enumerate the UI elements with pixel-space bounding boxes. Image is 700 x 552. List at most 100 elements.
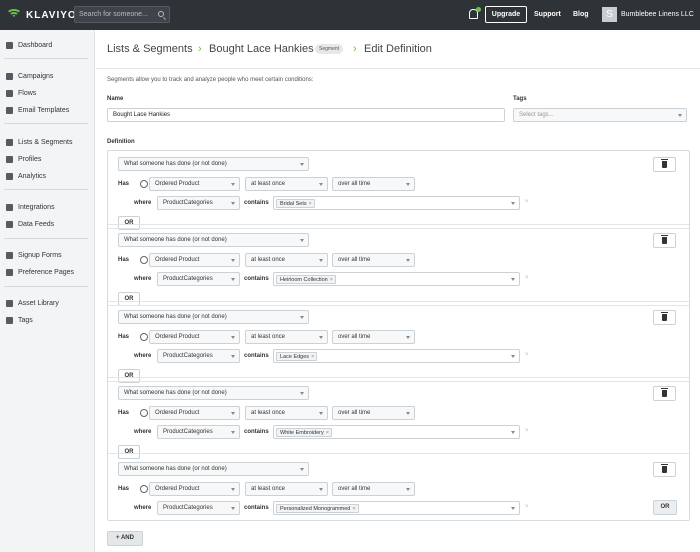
- value-tag-input[interactable]: Lace Edges ×: [273, 349, 520, 363]
- chevron-down-icon: [678, 114, 682, 117]
- avatar[interactable]: S: [602, 7, 617, 22]
- operator-label: contains: [244, 429, 269, 435]
- search-icon[interactable]: [158, 11, 164, 17]
- frequency-select[interactable]: at least once: [245, 330, 328, 344]
- name-label: Name: [107, 96, 124, 102]
- remove-row-icon[interactable]: ×: [525, 504, 529, 510]
- upgrade-button[interactable]: Upgrade: [485, 6, 527, 23]
- metric-value: Ordered Product: [155, 486, 200, 492]
- timeframe-select[interactable]: over all time: [332, 253, 415, 267]
- condition-type-select[interactable]: What someone has done (or not done): [118, 157, 309, 171]
- metric-select[interactable]: Ordered Product: [149, 406, 240, 420]
- sidebar-item-label: Dashboard: [18, 41, 53, 49]
- sidebar-item-analytics[interactable]: Analytics: [6, 171, 46, 181]
- property-select[interactable]: ProductCategories: [157, 349, 240, 363]
- breadcrumb-segment-name[interactable]: Bought Lace Hankies: [209, 43, 314, 55]
- property-value: ProductCategories: [163, 200, 213, 206]
- chevron-down-icon: [511, 355, 515, 358]
- breadcrumb-lists-segments[interactable]: Lists & Segments: [107, 43, 193, 55]
- frequency-value: at least once: [251, 486, 286, 492]
- value-tag-input[interactable]: Bridal Sets ×: [273, 196, 520, 210]
- sidebar-item-flows[interactable]: Flows: [6, 88, 36, 98]
- condition-type-select[interactable]: What someone has done (or not done): [118, 233, 309, 247]
- sidebar-item-data-feeds[interactable]: Data Feeds: [6, 219, 54, 229]
- remove-row-icon[interactable]: ×: [525, 352, 529, 358]
- where-label: where: [134, 429, 152, 435]
- remove-row-icon[interactable]: ×: [525, 275, 529, 281]
- remove-row-icon[interactable]: ×: [525, 199, 529, 205]
- property-select[interactable]: ProductCategories: [157, 272, 240, 286]
- trash-icon: [661, 312, 668, 321]
- operator-label: contains: [244, 353, 269, 359]
- sidebar: Dashboard Campaigns Flows Email Template…: [0, 30, 95, 552]
- sidebar-item-preference-pages[interactable]: Preference Pages: [6, 267, 74, 277]
- segment-badge: Segment: [315, 44, 344, 54]
- sidebar-item-email-templates[interactable]: Email Templates: [6, 105, 69, 115]
- condition-type-select[interactable]: What someone has done (or not done): [118, 462, 309, 476]
- delete-condition-button[interactable]: [653, 386, 676, 401]
- chevron-down-icon: [319, 488, 323, 491]
- condition-type-value: What someone has done (or not done): [124, 237, 227, 243]
- remove-tag-icon[interactable]: ×: [330, 277, 333, 283]
- metric-select[interactable]: Ordered Product: [149, 253, 240, 267]
- value-tag-input[interactable]: Personalized Monogrammed ×: [273, 501, 520, 515]
- add-and-button[interactable]: + AND: [107, 531, 143, 546]
- condition-type-select[interactable]: What someone has done (or not done): [118, 310, 309, 324]
- frequency-select[interactable]: at least once: [245, 253, 328, 267]
- frequency-select[interactable]: at least once: [245, 406, 328, 420]
- remove-tag-icon[interactable]: ×: [311, 354, 314, 360]
- property-select[interactable]: ProductCategories: [157, 501, 240, 515]
- tags-placeholder: Select tags...: [519, 112, 554, 118]
- chevron-down-icon: [406, 259, 410, 262]
- metric-select[interactable]: Ordered Product: [149, 177, 240, 191]
- sidebar-item-tags[interactable]: Tags: [6, 315, 33, 325]
- property-select[interactable]: ProductCategories: [157, 425, 240, 439]
- remove-tag-icon[interactable]: ×: [326, 430, 329, 436]
- metric-select[interactable]: Ordered Product: [149, 330, 240, 344]
- klaviyo-logo[interactable]: KLAVIYO: [6, 8, 77, 22]
- remove-row-icon[interactable]: ×: [525, 428, 529, 434]
- support-link[interactable]: Support: [534, 11, 561, 18]
- property-select[interactable]: ProductCategories: [157, 196, 240, 210]
- sidebar-item-lists-segments[interactable]: Lists & Segments: [6, 137, 72, 147]
- condition-type-select[interactable]: What someone has done (or not done): [118, 386, 309, 400]
- timeframe-select[interactable]: over all time: [332, 406, 415, 420]
- name-input[interactable]: Bought Lace Hankies: [107, 108, 505, 122]
- blog-link[interactable]: Blog: [573, 11, 589, 18]
- sidebar-item-profiles[interactable]: Profiles: [6, 154, 41, 164]
- value-tag-input[interactable]: White Embroidery ×: [273, 425, 520, 439]
- chevron-down-icon: [300, 468, 304, 471]
- or-button[interactable]: OR: [118, 292, 140, 306]
- timeframe-select[interactable]: over all time: [332, 330, 415, 344]
- sidebar-item-label: Asset Library: [18, 299, 59, 307]
- frequency-select[interactable]: at least once: [245, 482, 328, 496]
- metric-select[interactable]: Ordered Product: [149, 482, 240, 496]
- delete-condition-button[interactable]: [653, 462, 676, 477]
- frequency-select[interactable]: at least once: [245, 177, 328, 191]
- delete-condition-button[interactable]: [653, 157, 676, 172]
- timeframe-select[interactable]: over all time: [332, 177, 415, 191]
- remove-tag-icon[interactable]: ×: [352, 506, 355, 512]
- or-button[interactable]: OR: [118, 445, 140, 459]
- timeframe-select[interactable]: over all time: [332, 482, 415, 496]
- where-label: where: [134, 505, 152, 511]
- user-icon: [6, 155, 13, 163]
- chevron-down-icon: [406, 183, 410, 186]
- search-input[interactable]: Search for someone...: [74, 6, 170, 23]
- sidebar-item-integrations[interactable]: Integrations: [6, 202, 55, 212]
- account-name[interactable]: Bumblebee Linens LLC: [621, 11, 694, 18]
- paper-plane-icon: [6, 72, 13, 80]
- sidebar-item-label: Analytics: [18, 172, 47, 180]
- sidebar-item-asset-library[interactable]: Asset Library: [6, 298, 59, 308]
- delete-condition-button[interactable]: [653, 310, 676, 325]
- sidebar-item-dashboard[interactable]: Dashboard: [6, 40, 52, 50]
- sidebar-item-signup-forms[interactable]: Signup Forms: [6, 250, 62, 260]
- remove-tag-icon[interactable]: ×: [309, 201, 312, 207]
- value-tag-input[interactable]: Heirloom Collection ×: [273, 272, 520, 286]
- or-button-last[interactable]: OR: [653, 500, 677, 515]
- trash-icon: [661, 464, 668, 473]
- sidebar-item-campaigns[interactable]: Campaigns: [6, 71, 53, 81]
- delete-condition-button[interactable]: [653, 233, 676, 248]
- group-divider: [108, 377, 689, 378]
- tags-select[interactable]: Select tags...: [513, 108, 687, 122]
